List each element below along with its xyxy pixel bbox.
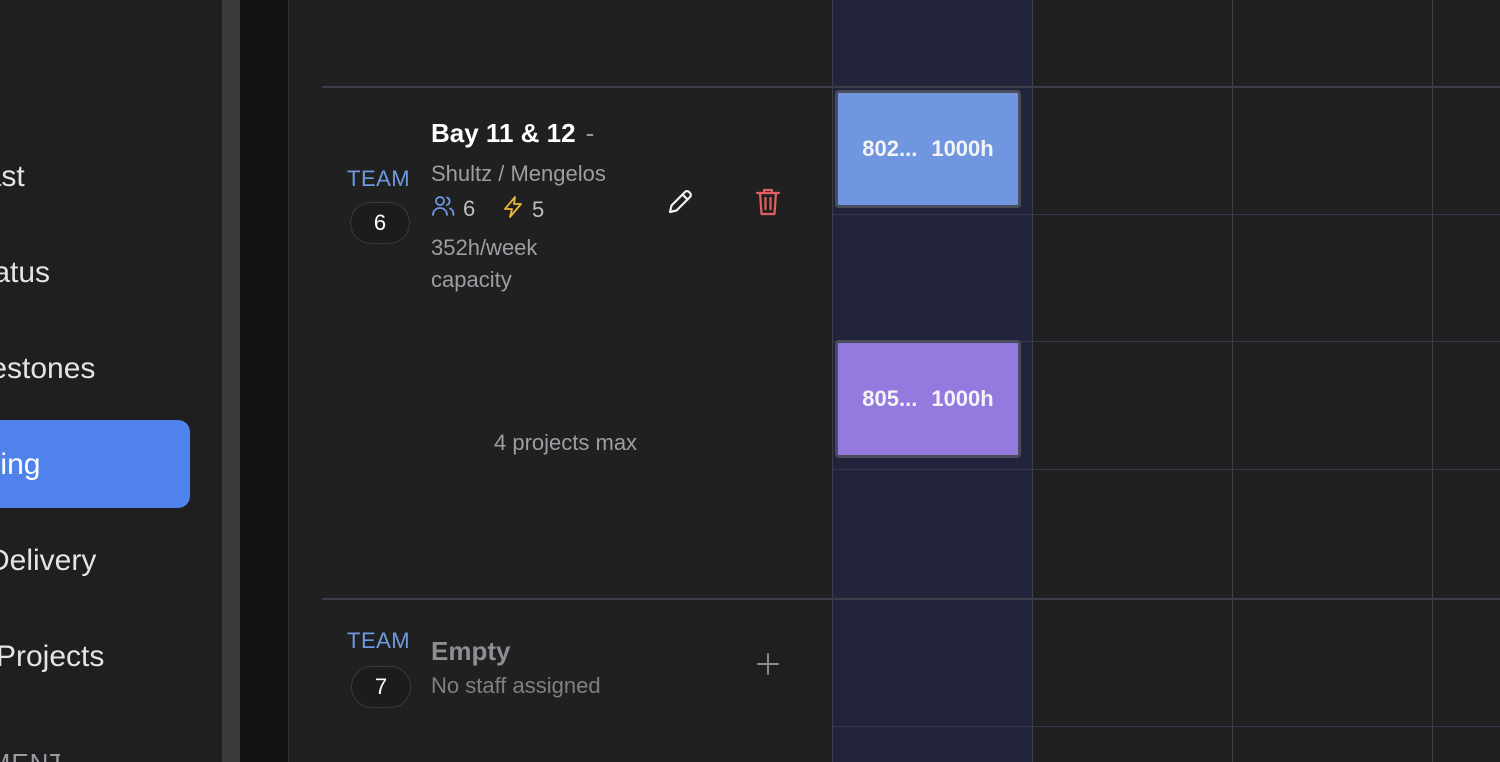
power-count: 5 bbox=[532, 197, 545, 222]
sidebar-item-forecast[interactable]: Forecast bbox=[0, 160, 222, 200]
team-staff: No staff assigned bbox=[431, 673, 601, 698]
power-stat: 5 bbox=[502, 195, 544, 225]
grid-line bbox=[1432, 0, 1433, 762]
sidebar-item-label: Forecast bbox=[0, 160, 25, 193]
grid-line bbox=[833, 469, 1500, 470]
sidebar-scrollbar[interactable] bbox=[222, 0, 240, 762]
team-capacity: 352h/week capacity bbox=[431, 232, 537, 296]
edit-team-button[interactable] bbox=[660, 184, 700, 224]
people-count: 6 bbox=[463, 196, 476, 221]
row-divider bbox=[322, 86, 1500, 88]
schedule-block[interactable]: 802... 1000h bbox=[835, 90, 1021, 208]
team-staff: Shultz / Mengelos bbox=[431, 161, 606, 186]
sidebar-item-label: Status bbox=[0, 256, 51, 289]
grid-line bbox=[1232, 0, 1233, 762]
capacity-unit: capacity bbox=[431, 267, 512, 292]
add-staff-button[interactable] bbox=[748, 646, 788, 686]
sidebar-item-label: Scheduling bbox=[0, 448, 41, 481]
team-name: Bay 11 & 12- bbox=[431, 118, 595, 148]
sidebar-item-label: Milestones bbox=[0, 352, 96, 385]
sidebar-section-label: MANAGEMENT bbox=[0, 748, 60, 762]
project-hours: 1000h bbox=[931, 136, 994, 161]
users-icon bbox=[431, 195, 455, 223]
project-code: 802... bbox=[862, 136, 918, 161]
gutter bbox=[240, 0, 288, 762]
pencil-icon bbox=[665, 187, 695, 222]
sidebar-item-scheduling[interactable]: Scheduling bbox=[0, 420, 190, 508]
capacity-value: 352h/week bbox=[431, 235, 538, 260]
sidebar-item-status[interactable]: Status bbox=[0, 256, 222, 296]
sidebar-item-delivery[interactable]: Delivery bbox=[0, 544, 222, 584]
grid-line bbox=[833, 726, 1500, 727]
row-divider bbox=[322, 598, 1500, 600]
team-name-suffix: - bbox=[585, 118, 595, 148]
grid-line bbox=[1032, 0, 1033, 762]
sidebar: Forecast Status Milestones Scheduling De… bbox=[0, 0, 222, 762]
people-stat: 6 bbox=[431, 195, 475, 223]
team-label: TEAM bbox=[347, 628, 411, 653]
sidebar-item-projects[interactable]: Projects bbox=[0, 640, 222, 680]
project-hours: 1000h bbox=[931, 386, 994, 411]
grid-line bbox=[833, 214, 1500, 215]
delete-team-button[interactable] bbox=[748, 184, 788, 224]
team-name: Empty bbox=[431, 636, 511, 666]
plus-icon bbox=[756, 652, 780, 681]
team-number-badge: 6 bbox=[350, 202, 410, 244]
max-projects: 4 projects max bbox=[494, 430, 638, 455]
team-label: TEAM bbox=[347, 166, 411, 191]
project-code: 805... bbox=[862, 386, 918, 411]
sidebar-item-milestones[interactable]: Milestones bbox=[0, 352, 222, 392]
sidebar-item-label: Delivery bbox=[0, 544, 97, 577]
lightning-icon bbox=[502, 195, 524, 225]
sidebar-item-label: Projects bbox=[0, 640, 105, 673]
grid-line bbox=[832, 0, 833, 762]
team-number-badge: 7 bbox=[351, 666, 411, 708]
trash-icon bbox=[754, 186, 782, 223]
schedule-block[interactable]: 805... 1000h bbox=[835, 340, 1021, 458]
